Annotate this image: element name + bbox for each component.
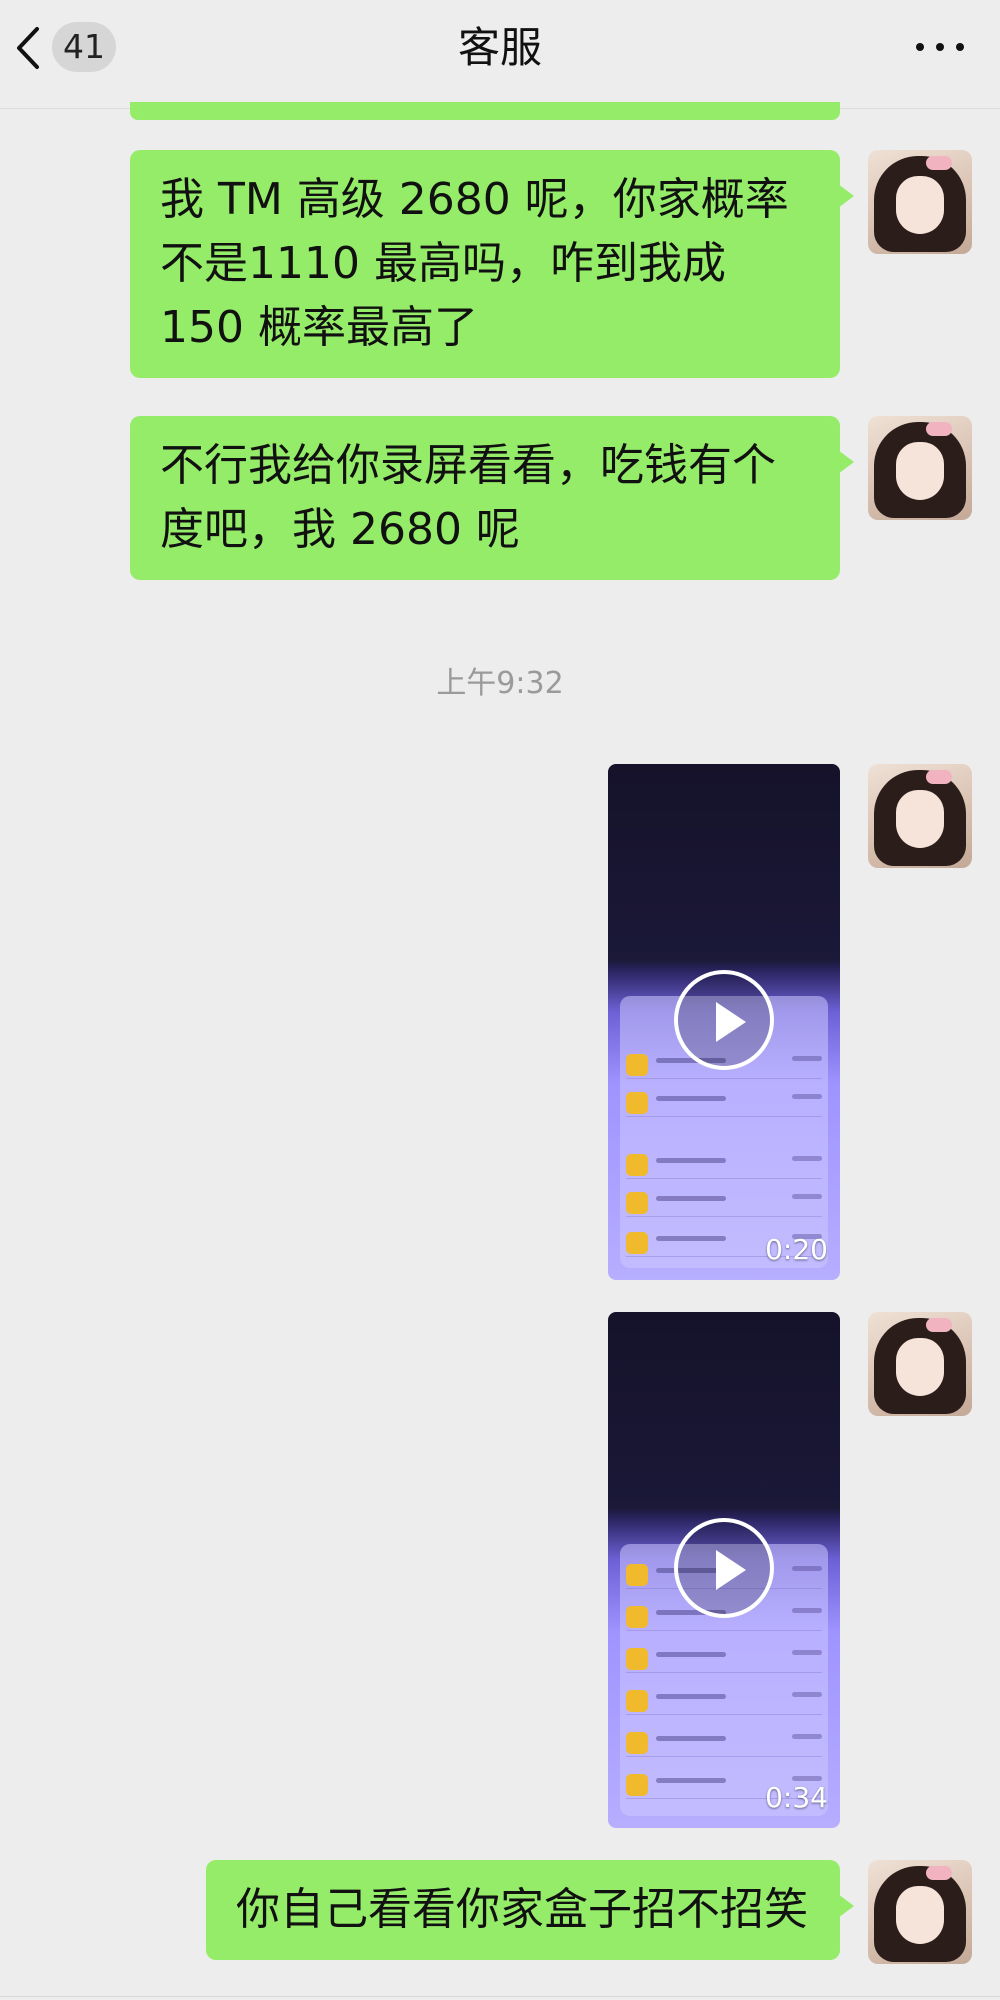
divider [0,1996,1000,1997]
video-duration: 0:34 [765,1781,828,1814]
message-bubble[interactable]: 不行我给你录屏看看，吃钱有个度吧，我 2680 呢 [130,416,854,580]
more-button[interactable] [910,22,970,72]
message-bubble[interactable]: 我 TM 高级 2680 呢，你家概率不是1110 最高吗，咋到我成 150 概… [130,150,854,378]
avatar[interactable] [868,764,972,868]
play-icon[interactable] [674,1518,774,1618]
message-bubble[interactable]: 你自己看看你家盒子招不招笑 [206,1860,854,1960]
play-icon[interactable] [674,970,774,1070]
avatar[interactable] [868,150,972,254]
avatar[interactable] [868,416,972,520]
chevron-left-icon [17,27,39,69]
avatar[interactable] [868,1312,972,1416]
message-timestamp: 上午9:32 [436,666,564,701]
back-button[interactable] [6,18,50,78]
video-message[interactable]: 0:34 [608,1312,840,1828]
video-message[interactable]: 0:20 [608,764,840,1280]
chat-title: 客服 [457,23,542,72]
video-duration: 0:20 [765,1233,828,1266]
avatar[interactable] [868,1860,972,1964]
unread-count-badge[interactable]: 41 [52,22,116,72]
message-bubble-partial [130,102,840,120]
nav-bar: 41 客服 [0,0,1000,109]
more-dots-icon [916,43,964,51]
